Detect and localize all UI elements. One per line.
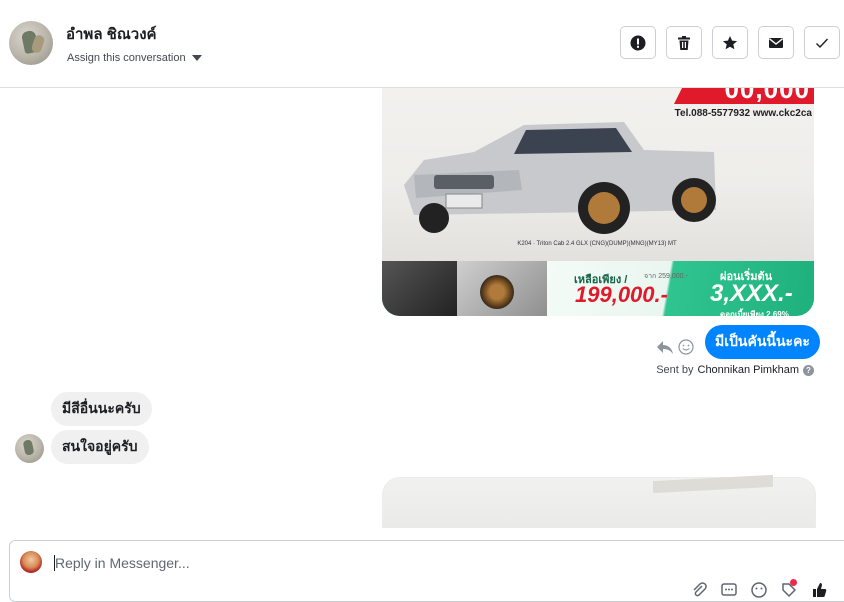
sender-avatar[interactable] — [15, 434, 44, 463]
thumbs-up-icon[interactable] — [810, 581, 828, 599]
image-shadow — [653, 474, 773, 494]
spam-icon — [630, 35, 646, 50]
react-emoji-icon[interactable] — [678, 339, 694, 355]
header-toolbar — [620, 26, 840, 59]
model-strip: K204 · Triton Cab 2.4 GLX (CNG)(DUMP)(MN… — [517, 241, 677, 247]
sent-by-line: Sent by Chonnikan Pimkham ? — [656, 364, 814, 376]
image-attachment[interactable] — [382, 474, 816, 528]
sale-price: 199,000.- — [575, 282, 668, 307]
trash-icon — [678, 35, 690, 50]
interest-rate-text: ดอกเบี้ยเพียง 2.69% — [720, 310, 789, 316]
paperclip-icon[interactable] — [690, 581, 708, 599]
mark-unread-button[interactable] — [758, 26, 794, 59]
conversation-header: อำพล ชิณวงค์ Assign this conversation — [0, 0, 844, 88]
star-icon — [722, 35, 738, 49]
remain-old-price: จาก 259,000.- — [644, 273, 688, 280]
page-avatar — [20, 551, 42, 573]
envelope-icon — [769, 37, 783, 48]
delete-button[interactable] — [666, 26, 702, 59]
spam-button[interactable] — [620, 26, 656, 59]
reply-input[interactable]: Reply in Messenger... — [55, 555, 190, 571]
notification-dot — [790, 579, 797, 586]
saved-replies-icon[interactable] — [720, 581, 738, 599]
follow-up-button[interactable] — [712, 26, 748, 59]
contact-avatar[interactable] — [9, 21, 53, 65]
check-icon — [816, 38, 829, 48]
outgoing-message[interactable]: มีเป็นคันนี้นะคะ — [705, 325, 820, 359]
car-ad-image[interactable]: 00,000 Tel.088-5577932 www.ckc2ca K204 ·… — [382, 88, 814, 316]
conversation-thread: 00,000 Tel.088-5577932 www.ckc2ca K204 ·… — [0, 88, 844, 528]
pickup-truck-illustration — [404, 122, 716, 234]
composer-actions — [690, 581, 828, 599]
help-icon[interactable]: ? — [803, 364, 814, 376]
caret-down-icon — [191, 55, 202, 61]
down-payment-value: 3,XXX.- — [710, 280, 793, 307]
assign-conversation-dropdown[interactable]: Assign this conversation — [67, 52, 202, 64]
assign-label: Assign this conversation — [67, 52, 186, 64]
mark-done-button[interactable] — [804, 26, 840, 59]
avatar-figure — [22, 439, 35, 456]
emoji-icon[interactable] — [750, 581, 768, 599]
incoming-message[interactable]: สนใจอยู่ครับ — [51, 430, 149, 464]
interior-thumbnail — [382, 261, 457, 316]
sent-by-prefix: Sent by — [656, 364, 694, 376]
banner-price-text: 00,000 — [724, 88, 810, 104]
reply-icon[interactable] — [656, 339, 674, 355]
contact-name[interactable]: อำพล ชิณวงค์ — [66, 22, 157, 46]
incoming-message[interactable]: มีสีอื่นนะครับ — [51, 392, 152, 426]
wheel-image — [480, 275, 514, 309]
sender-name: Chonnikan Pimkham — [697, 364, 800, 376]
